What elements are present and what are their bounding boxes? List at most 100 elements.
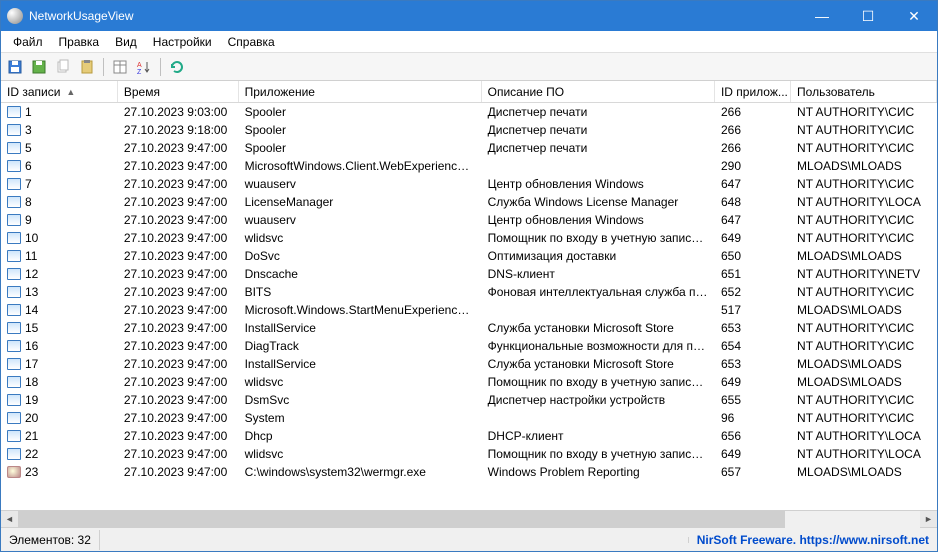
menubar: ФайлПравкаВидНастройкиСправка [1, 31, 937, 53]
cell-id: 8 [1, 194, 118, 210]
table-row[interactable]: 1127.10.2023 9:47:00DoSvcОптимизация дос… [1, 247, 937, 265]
table-row[interactable]: 1827.10.2023 9:47:00wlidsvcПомощник по в… [1, 373, 937, 391]
minimize-button[interactable]: — [799, 1, 845, 31]
table-row[interactable]: 1727.10.2023 9:47:00InstallServiceСлужба… [1, 355, 937, 373]
table-row[interactable]: 1227.10.2023 9:47:00DnscacheDNS-клиент65… [1, 265, 937, 283]
table-row[interactable]: 1527.10.2023 9:47:00InstallServiceСлужба… [1, 319, 937, 337]
column-header[interactable]: Время [118, 81, 239, 102]
cell-desc: Служба установки Microsoft Store [482, 356, 715, 372]
record-icon [7, 376, 21, 388]
sort-icon[interactable]: AZ [134, 57, 154, 77]
cell-id: 16 [1, 338, 118, 354]
table-row[interactable]: 2127.10.2023 9:47:00DhcpDHCP-клиент656NT… [1, 427, 937, 445]
maximize-button[interactable]: ☐ [845, 1, 891, 31]
table-row[interactable]: 2027.10.2023 9:47:00System96NT AUTHORITY… [1, 409, 937, 427]
table-row[interactable]: 727.10.2023 9:47:00wuauservЦентр обновле… [1, 175, 937, 193]
column-header[interactable]: ID прилож... [715, 81, 791, 102]
cell-user: MLOADS\MLOADS [791, 158, 937, 174]
menu-вид[interactable]: Вид [107, 33, 145, 51]
cell-app: Dhcp [239, 428, 482, 444]
copy-icon[interactable] [53, 57, 73, 77]
cell-app: DiagTrack [239, 338, 482, 354]
menu-правка[interactable]: Правка [51, 33, 108, 51]
cell-appid: 266 [715, 140, 791, 156]
cell-id: 5 [1, 140, 118, 156]
cell-desc: Помощник по входу в учетную запись М... [482, 446, 715, 462]
paste-icon[interactable] [77, 57, 97, 77]
cell-desc: Служба Windows License Manager [482, 194, 715, 210]
refresh-icon[interactable] [167, 57, 187, 77]
horizontal-scrollbar[interactable]: ◄ ► [1, 510, 937, 527]
cell-appid: 647 [715, 176, 791, 192]
cell-desc [482, 309, 715, 311]
menu-справка[interactable]: Справка [220, 33, 283, 51]
table-row[interactable]: 1327.10.2023 9:47:00BITSФоновая интеллек… [1, 283, 937, 301]
scroll-thumb[interactable] [18, 511, 785, 528]
cell-appid: 653 [715, 320, 791, 336]
titlebar[interactable]: NetworkUsageView — ☐ ✕ [1, 1, 937, 31]
record-icon [7, 412, 21, 424]
cell-id: 1 [1, 104, 118, 120]
close-button[interactable]: ✕ [891, 1, 937, 31]
toolbar-separator [160, 58, 161, 76]
cell-desc: Помощник по входу в учетную запись М... [482, 230, 715, 246]
record-icon [7, 232, 21, 244]
table-row[interactable]: 1927.10.2023 9:47:00DsmSvcДиспетчер наст… [1, 391, 937, 409]
table-row[interactable]: 827.10.2023 9:47:00LicenseManagerСлужба … [1, 193, 937, 211]
menu-настройки[interactable]: Настройки [145, 33, 220, 51]
cell-app: Microsoft.Windows.StartMenuExperienceH..… [239, 302, 482, 318]
save-icon[interactable] [5, 57, 25, 77]
cell-app: C:\windows\system32\wermgr.exe [239, 464, 482, 480]
menu-файл[interactable]: Файл [5, 33, 51, 51]
cell-time: 27.10.2023 9:47:00 [118, 410, 239, 426]
cell-appid: 266 [715, 122, 791, 138]
exe-icon [7, 466, 21, 478]
columns-icon[interactable] [110, 57, 130, 77]
cell-user: MLOADS\MLOADS [791, 248, 937, 264]
cell-app: DsmSvc [239, 392, 482, 408]
table-row[interactable]: 2327.10.2023 9:47:00C:\windows\system32\… [1, 463, 937, 481]
table-row[interactable]: 927.10.2023 9:47:00wuauservЦентр обновле… [1, 211, 937, 229]
cell-user: NT AUTHORITY\СИС [791, 230, 937, 246]
column-header[interactable]: Приложение [239, 81, 482, 102]
cell-desc [482, 165, 715, 167]
cell-time: 27.10.2023 9:47:00 [118, 446, 239, 462]
record-icon [7, 178, 21, 190]
cell-user: NT AUTHORITY\СИС [791, 176, 937, 192]
cell-id: 20 [1, 410, 118, 426]
list-view[interactable]: ID записи▲ВремяПриложениеОписание ПОID п… [1, 81, 937, 510]
table-row[interactable]: 2227.10.2023 9:47:00wlidsvcПомощник по в… [1, 445, 937, 463]
cell-app: Spooler [239, 140, 482, 156]
table-row[interactable]: 527.10.2023 9:47:00SpoolerДиспетчер печа… [1, 139, 937, 157]
record-icon [7, 340, 21, 352]
cell-desc: DNS-клиент [482, 266, 715, 282]
credit-link[interactable]: NirSoft Freeware. https://www.nirsoft.ne… [689, 530, 937, 550]
table-row[interactable]: 327.10.2023 9:18:00SpoolerДиспетчер печа… [1, 121, 937, 139]
table-row[interactable]: 1027.10.2023 9:47:00wlidsvcПомощник по в… [1, 229, 937, 247]
cell-appid: 290 [715, 158, 791, 174]
cell-time: 27.10.2023 9:47:00 [118, 248, 239, 264]
column-header[interactable]: Описание ПО [482, 81, 715, 102]
scroll-left-icon[interactable]: ◄ [1, 511, 18, 528]
cell-appid: 653 [715, 356, 791, 372]
table-row[interactable]: 1427.10.2023 9:47:00Microsoft.Windows.St… [1, 301, 937, 319]
cell-id: 21 [1, 428, 118, 444]
table-row[interactable]: 127.10.2023 9:03:00SpoolerДиспетчер печа… [1, 103, 937, 121]
record-icon [7, 286, 21, 298]
scroll-track[interactable] [18, 511, 920, 528]
table-row[interactable]: 1627.10.2023 9:47:00DiagTrackФункциональ… [1, 337, 937, 355]
column-header[interactable]: ID записи▲ [1, 81, 118, 102]
cell-user: NT AUTHORITY\LOCA [791, 194, 937, 210]
column-header[interactable]: Пользователь [791, 81, 937, 102]
export-icon[interactable] [29, 57, 49, 77]
cell-app: DoSvc [239, 248, 482, 264]
cell-app: InstallService [239, 356, 482, 372]
table-row[interactable]: 627.10.2023 9:47:00MicrosoftWindows.Clie… [1, 157, 937, 175]
record-icon [7, 322, 21, 334]
cell-appid: 648 [715, 194, 791, 210]
cell-desc: Диспетчер печати [482, 122, 715, 138]
cell-time: 27.10.2023 9:47:00 [118, 338, 239, 354]
cell-app: Dnscache [239, 266, 482, 282]
sort-asc-icon: ▲ [66, 87, 75, 97]
scroll-right-icon[interactable]: ► [920, 511, 937, 528]
